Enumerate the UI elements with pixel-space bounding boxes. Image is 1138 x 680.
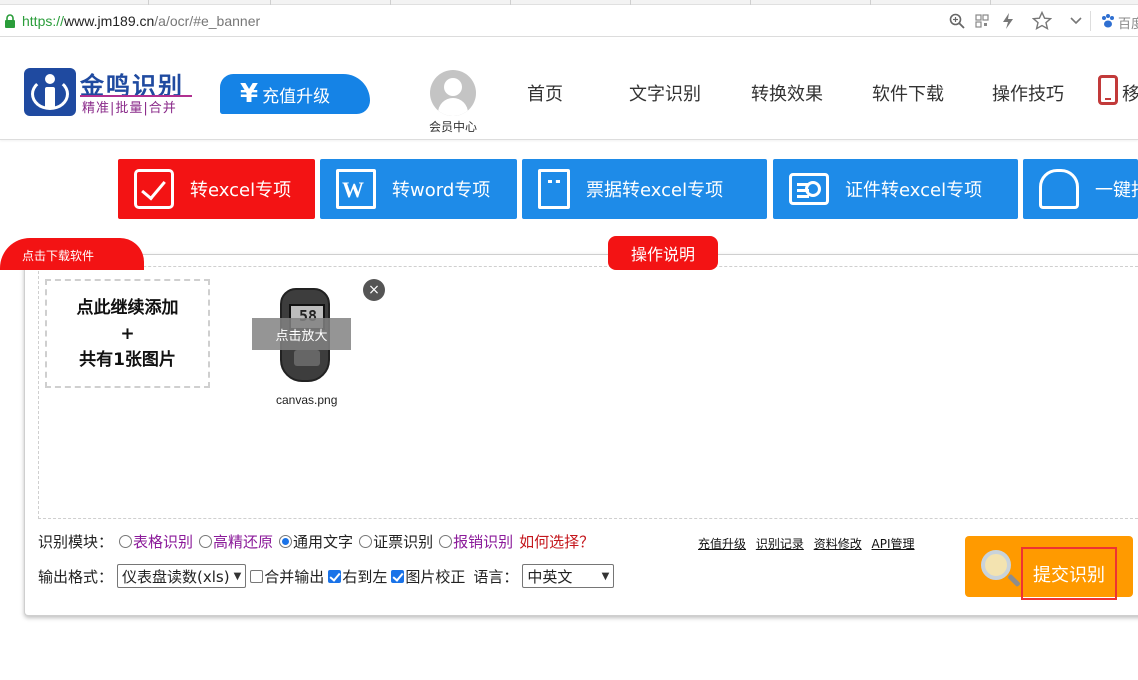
chevron-down-icon: ▼ (601, 570, 610, 582)
id-card-icon (789, 173, 829, 205)
instructions-button[interactable]: 操作说明 (608, 236, 718, 270)
link-history[interactable]: 识别记录 (756, 537, 804, 551)
word-special-button[interactable]: 转word专项 (320, 159, 517, 219)
nav-home[interactable]: 首页 (527, 80, 563, 106)
how-to-choose-link[interactable]: 如何选择？ (519, 531, 594, 552)
avatar (430, 70, 476, 116)
language-value: 中英文 (527, 567, 573, 586)
yen-icon: ¥ (240, 79, 259, 109)
output-format-value: 仪表盘读数(xls) (122, 567, 230, 586)
invoice-excel-label: 票据转excel专项 (586, 180, 724, 201)
search-engine-label[interactable]: 百度 (1118, 13, 1138, 32)
radio-high-precision[interactable] (199, 535, 213, 548)
nav-text-recognition[interactable]: 文字识别 (629, 80, 701, 106)
option-reimbursement[interactable]: 报销识别 (453, 531, 513, 552)
output-options-row: 输出格式： 仪表盘读数(xls) ▼ 合并输出 右到左 图片校正 语言： 中英文… (38, 564, 615, 588)
nav-software-download[interactable]: 软件下载 (872, 80, 944, 106)
hand-document-icon (1039, 169, 1079, 209)
option-general-text[interactable]: 通用文字 (293, 531, 353, 552)
link-recharge[interactable]: 充值升级 (698, 537, 746, 551)
recharge-upgrade-button[interactable]: ¥ 充值升级 (220, 74, 370, 114)
link-api[interactable]: API管理 (872, 537, 915, 551)
id-card-excel-label: 证件转excel专项 (845, 180, 983, 201)
download-software-tab[interactable]: 点击下载软件 (0, 238, 144, 270)
option-document-recognition[interactable]: 证票识别 (373, 531, 433, 552)
click-to-zoom-button[interactable]: 点击放大 (252, 318, 351, 350)
lock-icon (5, 14, 15, 28)
add-more-label: 点此继续添加 (76, 297, 179, 318)
checkbox-icon (134, 169, 174, 209)
lightning-icon[interactable] (998, 11, 1018, 31)
image-count-label: 共有1张图片 (79, 349, 176, 370)
word-document-icon (336, 169, 376, 209)
nav-tips[interactable]: 操作技巧 (992, 80, 1064, 106)
plus-label: + (120, 323, 135, 344)
output-format-select[interactable]: 仪表盘读数(xls) ▼ (117, 564, 247, 588)
one-click-button[interactable]: 一键拒 (1023, 159, 1138, 219)
submit-recognition-label[interactable]: 提交识别 (1021, 547, 1117, 600)
url-scheme: https:// (22, 13, 65, 29)
language-select[interactable]: 中英文 ▼ (522, 564, 615, 588)
close-icon[interactable]: × (363, 279, 385, 301)
qr-code-icon[interactable] (972, 11, 992, 31)
one-click-label: 一键拒 (1095, 180, 1138, 201)
url-text[interactable]: https://www.jm189.cn/a/ocr/#e_banner (22, 13, 260, 29)
option-table-recognition[interactable]: 表格识别 (133, 531, 193, 552)
star-icon[interactable] (1032, 11, 1052, 31)
right-to-left-checkbox[interactable] (328, 569, 342, 583)
id-card-excel-button[interactable]: 证件转excel专项 (773, 159, 1018, 219)
invoice-excel-button[interactable]: 票据转excel专项 (522, 159, 767, 219)
word-special-label: 转word专项 (392, 180, 491, 201)
site-logo[interactable]: 金鸣识别 精准|批量|合并 (24, 66, 194, 118)
merge-output-label[interactable]: 合并输出 (264, 566, 324, 587)
member-center-label: 会员中心 (428, 120, 477, 134)
radio-reimbursement[interactable] (439, 535, 453, 548)
image-correction-checkbox[interactable] (391, 569, 405, 583)
nav-mobile[interactable]: 移 (1122, 80, 1138, 106)
excel-special-button[interactable]: 转excel专项 (118, 159, 315, 219)
address-bar[interactable]: https://www.jm189.cn/a/ocr/#e_banner 百度 (0, 5, 1138, 37)
chevron-down-icon: ▼ (233, 570, 242, 582)
url-path: /a/ocr/#e_banner (154, 13, 261, 29)
divider (1090, 11, 1091, 31)
option-high-precision[interactable]: 高精还原 (213, 531, 273, 552)
recognition-module-row: 识别模块： 表格识别 高精还原 通用文字 证票识别 报销识别 如何选择？ (38, 531, 594, 552)
add-more-images-button[interactable]: 点此继续添加 + 共有1张图片 (45, 279, 210, 388)
search-icon (981, 550, 1011, 580)
radio-table-recognition[interactable] (119, 535, 133, 548)
logo-subtitle: 精准|批量|合并 (82, 101, 177, 116)
image-filename: canvas.png (276, 393, 338, 407)
account-links: 充值升级 识别记录 资料修改 API管理 (698, 535, 921, 552)
language-label: 语言： (473, 567, 519, 586)
site-header: 金鸣识别 精准|批量|合并 ¥ 充值升级 会员中心 首页 文字识别 转换效果 软… (0, 40, 1138, 140)
module-label: 识别模块： (38, 533, 114, 551)
recharge-label: 充值升级 (262, 86, 331, 107)
url-host: www.jm189.cn (64, 13, 155, 29)
nav-conversion-results[interactable]: 转换效果 (751, 80, 823, 106)
ticket-icon (538, 169, 570, 209)
paw-icon[interactable] (1098, 11, 1118, 31)
excel-special-label: 转excel专项 (190, 180, 292, 201)
link-profile[interactable]: 资料修改 (814, 537, 862, 551)
chevron-down-icon[interactable] (1066, 11, 1086, 31)
image-correction-label[interactable]: 图片校正 (405, 566, 465, 587)
zoom-icon[interactable] (947, 11, 967, 31)
radio-document-recognition[interactable] (359, 535, 373, 548)
output-format-label: 输出格式： (38, 567, 114, 586)
right-to-left-label[interactable]: 右到左 (342, 566, 387, 587)
member-center[interactable]: 会员中心 (418, 70, 488, 135)
merge-output-checkbox[interactable] (250, 569, 264, 583)
mobile-phone-icon[interactable] (1098, 75, 1118, 105)
radio-general-text[interactable] (279, 535, 293, 548)
logo-mark-icon (24, 68, 76, 116)
